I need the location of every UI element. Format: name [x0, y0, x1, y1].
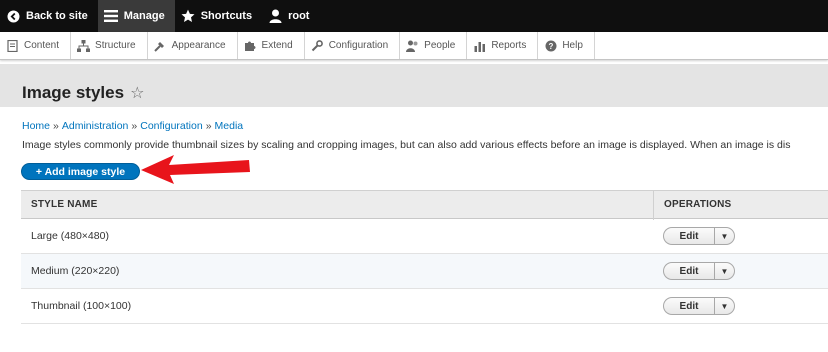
column-header-style-name: STYLE NAME [31, 199, 98, 210]
style-name-cell: Medium (220×220) [31, 265, 120, 277]
table-row: Thumbnail (100×100) Edit ▼ [21, 289, 828, 324]
tray-item-structure[interactable]: Structure [71, 32, 148, 59]
back-to-site-link[interactable]: Back to site [0, 0, 98, 32]
tray-item-reports[interactable]: Reports [467, 32, 539, 59]
tray-label-people: People [424, 40, 456, 51]
shortcuts-tab[interactable]: Shortcuts [175, 0, 262, 32]
wrench-icon [311, 39, 324, 52]
tray-label-reports: Reports [491, 40, 527, 51]
tray-label-configuration: Configuration [328, 40, 389, 51]
appearance-icon [154, 39, 167, 52]
user-icon [268, 9, 282, 23]
table-row: Medium (220×220) Edit ▼ [21, 254, 828, 289]
tray-item-extend[interactable]: Extend [238, 32, 305, 59]
edit-button[interactable]: Edit [663, 227, 714, 245]
column-divider [653, 191, 654, 220]
style-name-cell: Thumbnail (100×100) [31, 300, 132, 312]
table-header: STYLE NAME OPERATIONS [21, 190, 828, 220]
breadcrumb-separator: » [131, 120, 138, 132]
svg-text:?: ? [548, 42, 553, 51]
tray-item-appearance[interactable]: Appearance [148, 32, 238, 59]
operations-dropbutton: Edit ▼ [663, 227, 735, 245]
style-name-cell: Large (480×480) [31, 230, 109, 242]
breadcrumb-configuration[interactable]: Configuration [140, 120, 202, 132]
chevron-down-icon[interactable]: ▼ [714, 297, 735, 315]
tray-label-content: Content [24, 40, 60, 51]
page-description: Image styles commonly provide thumbnail … [22, 139, 791, 151]
operations-dropbutton: Edit ▼ [663, 262, 735, 280]
chevron-down-icon[interactable]: ▼ [714, 262, 735, 280]
user-label: root [288, 10, 310, 22]
breadcrumb-separator: » [205, 120, 212, 132]
page-title-text: Image styles [22, 83, 125, 102]
back-arrow-icon [6, 9, 20, 23]
tray-item-content[interactable]: Content [0, 32, 72, 59]
tray-item-help[interactable]: ? Help [538, 32, 595, 59]
edit-button[interactable]: Edit [663, 262, 714, 280]
red-arrow-annotation [141, 155, 250, 184]
people-icon [406, 39, 419, 52]
user-tab[interactable]: root [262, 0, 319, 32]
add-image-style-button[interactable]: + Add image style [21, 163, 140, 180]
hamburger-icon [103, 9, 118, 23]
shortcuts-label: Shortcuts [200, 10, 253, 22]
star-outline-icon[interactable]: ☆ [130, 83, 144, 103]
breadcrumb-administration[interactable]: Administration [62, 120, 129, 132]
column-header-operations: OPERATIONS [664, 199, 732, 210]
tray-item-configuration[interactable]: Configuration [305, 32, 401, 59]
extend-icon [244, 39, 257, 52]
help-icon: ? [544, 39, 557, 52]
reports-icon [473, 39, 486, 52]
page-title: Image styles ☆ [22, 83, 144, 103]
breadcrumb-media[interactable]: Media [215, 120, 244, 132]
tray-label-extend: Extend [261, 40, 293, 51]
structure-icon [77, 39, 91, 52]
breadcrumb-home[interactable]: Home [22, 120, 50, 132]
table-row: Large (480×480) Edit ▼ [21, 219, 828, 254]
tray-label-help: Help [562, 40, 583, 51]
admin-toolbar: Back to site Manage Shortcuts root [0, 0, 828, 32]
manage-tab[interactable]: Manage [97, 0, 175, 32]
star-icon [181, 9, 195, 23]
tray-label-appearance: Appearance [171, 40, 226, 51]
admin-tray: Content Structure Appearance Extend Conf… [0, 32, 828, 60]
breadcrumb-separator: » [53, 120, 59, 132]
content-icon [6, 39, 19, 52]
manage-label: Manage [123, 10, 165, 22]
tray-label-structure: Structure [95, 40, 136, 51]
back-to-site-label: Back to site [26, 10, 88, 22]
breadcrumb: Home» Administration» Configuration» Media [22, 120, 243, 132]
chevron-down-icon[interactable]: ▼ [714, 227, 735, 245]
edit-button[interactable]: Edit [663, 297, 714, 315]
operations-dropbutton: Edit ▼ [663, 297, 735, 315]
tray-item-people[interactable]: People [400, 32, 468, 59]
